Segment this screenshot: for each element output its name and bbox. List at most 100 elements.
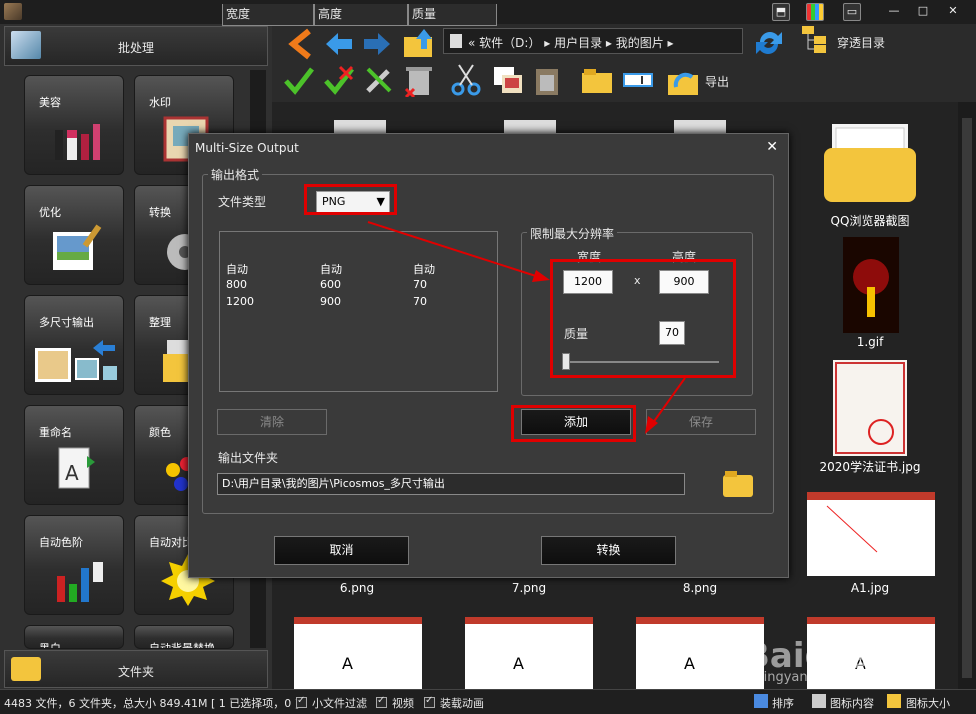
close-button[interactable]: ✕ [944,3,962,21]
certificate-thumbnail[interactable] [833,360,907,456]
dialog-title: Multi-Size Output [195,141,299,155]
right-arrow-icon[interactable] [360,27,394,61]
icon-size-icon[interactable] [887,694,901,708]
clear-button[interactable]: 清除 [217,409,327,435]
batch-label: 批处理 [117,41,154,55]
tile-auto-bg-replace[interactable]: 自动背景替换 [134,625,234,649]
thumb-caption: 2020学法证书.jpg [819,460,921,474]
tile-multi-size[interactable]: 多尺寸输出 [24,295,124,395]
a1-thumbnail[interactable] [807,492,935,576]
tile-beauty[interactable]: 美容 [24,75,124,175]
output-folder-label: 输出文件夹 [218,451,279,465]
check-cross-icon[interactable] [322,63,356,97]
fullscreen-icon[interactable]: ▭ [843,3,861,21]
cell[interactable]: 自动 [320,261,342,277]
gif-thumbnail[interactable] [843,237,899,333]
small-filter-checkbox[interactable] [296,695,307,708]
folder-button[interactable]: 文件夹 [4,650,268,688]
file-type-label: 文件类型 [218,195,267,209]
thumb-caption: 7.png [511,581,547,595]
up-folder-icon[interactable] [402,27,436,61]
tile-label: 整理 [149,316,171,329]
drive-icon [450,34,462,48]
tile-label: 重命名 [39,426,72,439]
back-arrow-icon[interactable] [285,27,319,61]
svg-text:A: A [513,654,524,673]
loading-anim-checkbox[interactable] [424,695,435,708]
pin-icon[interactable]: ⬒ [772,3,790,21]
output-format-label: 输出格式 [208,166,263,183]
annotation-arrows [367,221,686,434]
tile-auto-levels[interactable]: 自动色阶 [24,515,124,615]
tile-optimize[interactable]: 优化 [24,185,124,285]
scissors-icon[interactable] [449,63,483,97]
cell[interactable]: 800 [226,278,247,291]
col-header-quality[interactable]: 质量 [408,4,497,26]
screenshot-thumbnail[interactable]: A [465,617,593,689]
thumb-caption: 8.png [682,581,718,595]
tile-label: 自动色阶 [39,536,83,549]
clipboard-icon[interactable] [530,63,564,97]
address-bar[interactable]: « 软件（D:） ▸ 用户目录 ▸ 我的图片 ▸ [443,28,743,54]
browse-label[interactable]: 穿透目录 [837,34,885,51]
multi-size-photos-icon [35,340,117,382]
video-checkbox[interactable] [376,695,387,708]
tile-label: 颜色 [149,426,171,439]
tile-label: 黑白 [39,642,61,649]
col-header-height[interactable]: 高度 [314,4,408,26]
tile-label: 自动对比 [149,536,193,549]
rename-document-icon: A [58,447,95,489]
thumb-caption: A1.jpg [850,581,890,595]
tools-icon[interactable] [362,63,396,97]
tile-black-white[interactable]: 黑白 [24,625,124,649]
thumb-caption: 6.png [339,581,375,595]
skin-icon[interactable] [806,3,824,21]
sort-label[interactable]: 排序 [772,695,794,711]
scroll-thumb[interactable] [962,118,972,678]
check-icon[interactable] [282,63,316,97]
dialog-close-icon[interactable]: ✕ [766,139,778,155]
svg-text:A: A [342,654,353,673]
output-folder-field[interactable]: D:\用户目录\我的图片\Picosmos_多尺寸输出 [217,473,685,495]
refresh-icon[interactable] [752,26,786,60]
trash-icon[interactable] [402,63,436,97]
maximize-button[interactable]: □ [914,3,932,21]
cancel-button[interactable]: 取消 [274,536,409,565]
tile-rename[interactable]: 重命名 A [24,405,124,505]
cell[interactable]: 600 [320,278,341,291]
folder-thumbnail[interactable] [822,118,918,204]
photo-thumbnail[interactable] [500,116,560,134]
cell[interactable]: 自动 [226,261,248,277]
screenshot-thumbnail[interactable]: A [294,617,422,689]
icon-content-label[interactable]: 图标内容 [830,695,874,711]
export-icon[interactable] [666,63,700,97]
cell[interactable]: 900 [320,295,341,308]
sort-icon[interactable] [754,694,768,708]
highlight-box [304,184,397,215]
photo-thumbnail[interactable] [330,116,390,134]
browse-folder-icon[interactable] [721,467,755,499]
rename-field-icon[interactable] [621,63,655,97]
save-button[interactable]: 保存 [646,409,756,435]
tile-label: 自动背景替换 [149,642,215,649]
minimize-button[interactable]: — [885,3,903,21]
folder-icon[interactable] [580,63,614,97]
photo-thumbnail[interactable] [670,116,730,134]
svg-text:A: A [65,461,79,485]
small-filter-label: 小文件过滤 [312,697,367,710]
status-summary: 4483 文件，6 文件夹，总大小 849.41M [ 1 已选择项，0 ] [4,697,300,710]
col-header-width[interactable]: 宽度 [222,4,314,26]
cell[interactable]: 1200 [226,295,254,308]
copy-photos-icon[interactable] [490,63,524,97]
convert-button[interactable]: 转换 [541,536,676,565]
tile-label: 转换 [149,206,171,219]
export-label[interactable]: 导出 [705,73,729,90]
batch-button[interactable]: 批处理 [4,26,268,66]
icon-size-label[interactable]: 图标大小 [906,695,950,711]
content-scrollbar[interactable] [958,102,976,689]
left-arrow-icon[interactable] [322,27,356,61]
status-bar: 4483 文件，6 文件夹，总大小 849.41M [ 1 已选择项，0 ] 小… [0,689,976,714]
tile-label: 多尺寸输出 [39,316,94,329]
icon-content-icon[interactable] [812,694,826,708]
cosmetics-icon [55,124,100,160]
